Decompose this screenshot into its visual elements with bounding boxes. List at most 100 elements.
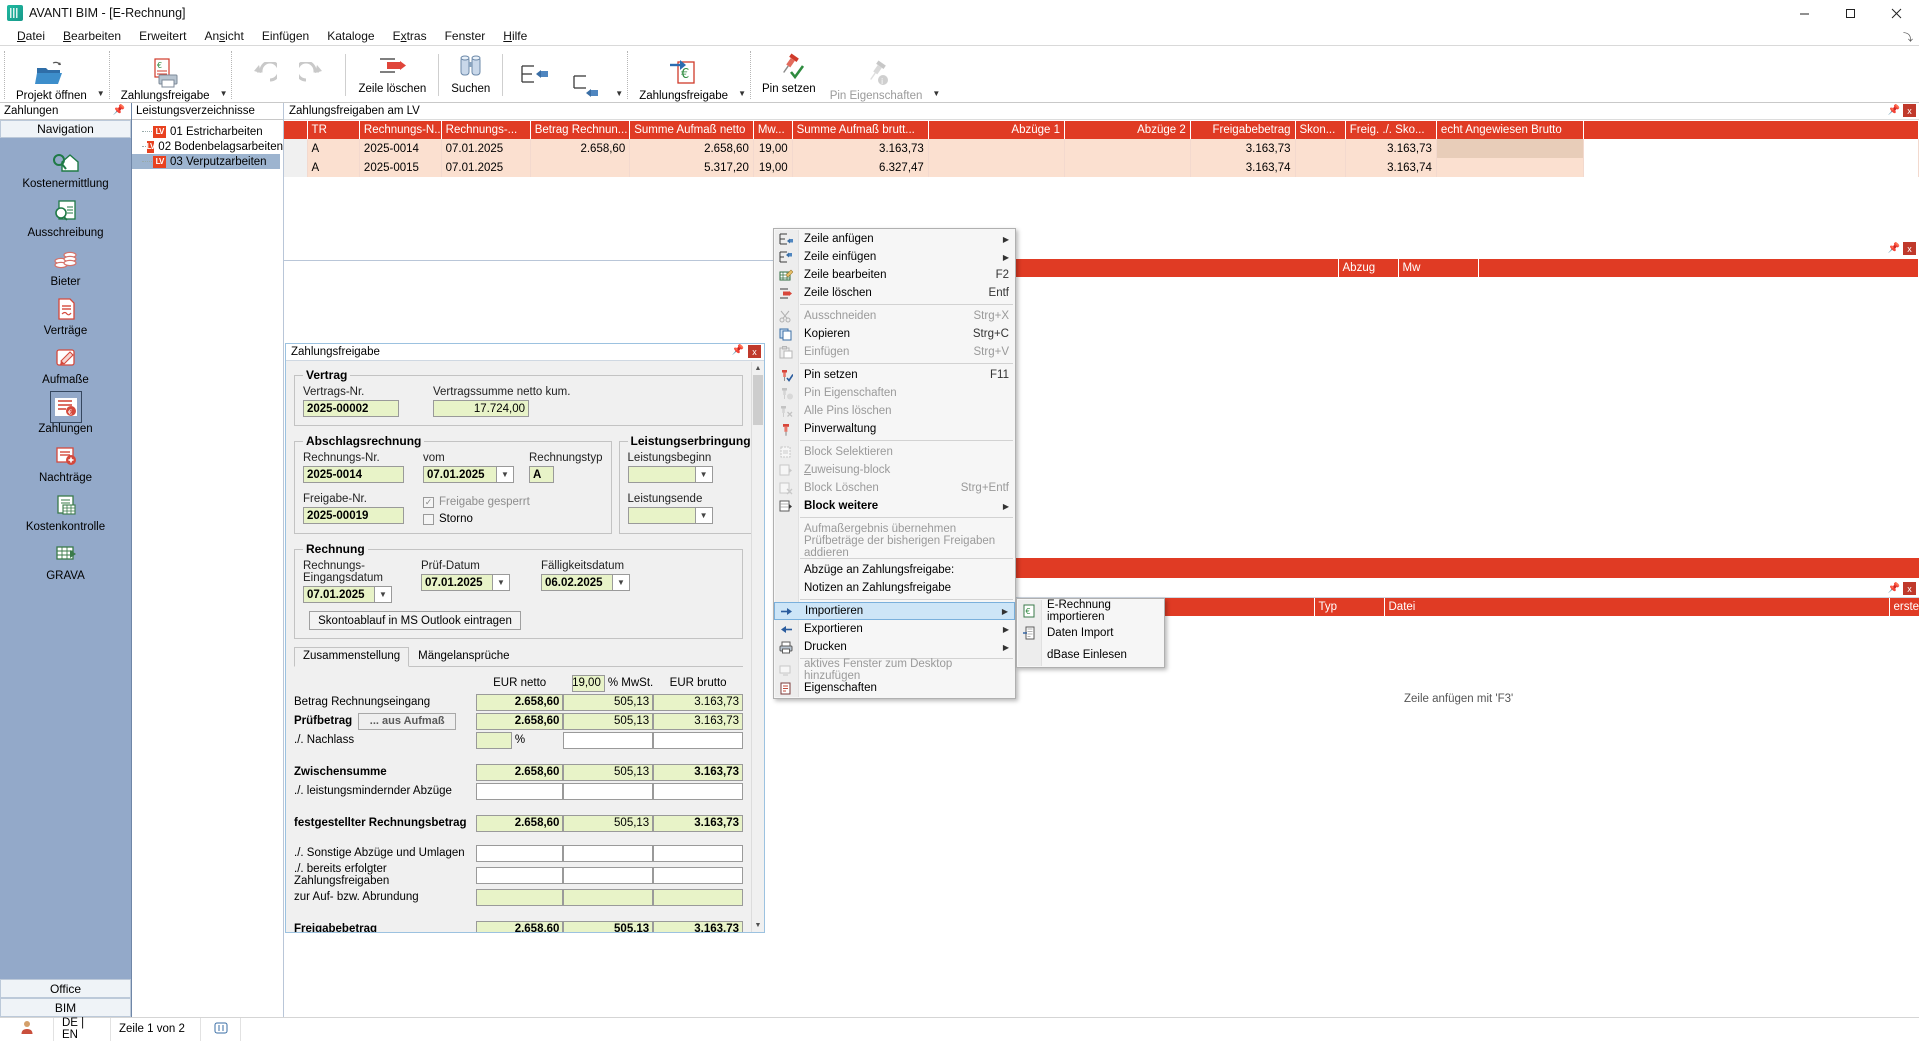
ctx-pinverwaltung[interactable]: Pinverwaltung — [774, 420, 1015, 438]
sidebar-item-ausschreibung[interactable]: Ausschreibung — [0, 196, 131, 239]
cell-rechnungs-datum[interactable]: 07.01.2025 — [441, 139, 530, 158]
cell-rowselector[interactable] — [284, 158, 307, 177]
sidebar-item-nachtraege[interactable]: Nachträge — [0, 441, 131, 484]
pin-icon[interactable]: 📌 — [732, 345, 744, 358]
ctx-drucken[interactable]: Drucken ▶ — [774, 638, 1015, 656]
field-vom[interactable]: 07.01.2025 — [423, 466, 497, 483]
status-language[interactable]: DE | EN — [54, 1018, 111, 1041]
ctx-zeile-einfuegen[interactable]: Zeile einfügen ▶ — [774, 248, 1015, 266]
field-vertragssumme[interactable]: 17.724,00 — [433, 400, 529, 417]
cell-netto[interactable]: 2.658,60 — [476, 815, 564, 832]
menu-erweitert[interactable]: Erweitert — [130, 27, 195, 45]
toolbar-projekt-oeffnen[interactable]: Projekt öffnen — [9, 55, 94, 102]
field-freigabe-nr[interactable]: 2025-00019 — [303, 507, 404, 524]
table-row[interactable]: A 2025-0015 07.01.2025 5.317,20 19,00 6.… — [284, 158, 1919, 177]
table-row[interactable]: A 2025-0014 07.01.2025 2.658,60 2.658,60… — [284, 139, 1919, 158]
field-vertrags-nr[interactable]: 2025-00002 — [303, 400, 399, 417]
cell-freigabebetrag[interactable]: 3.163,73 — [1190, 139, 1295, 158]
chevron-down-icon[interactable]: ▼ — [738, 89, 746, 98]
pin-icon[interactable]: 📌 — [1888, 243, 1900, 254]
cell-echt-angewiesen-brutto[interactable] — [1436, 139, 1583, 158]
col-summe-aufmass-brutto[interactable]: Summe Aufmaß brutt... — [792, 121, 928, 139]
skontoablauf-outlook-button[interactable]: Skontoablauf in MS Outlook eintragen — [309, 611, 521, 630]
tab-maengelansprueche[interactable]: Mängelansprüche — [409, 647, 518, 666]
pin-icon[interactable]: 📌 — [1888, 583, 1900, 594]
pin-icon[interactable]: 📌 — [1888, 105, 1900, 116]
cell-netto[interactable]: 2.658,60 — [476, 921, 564, 933]
close-icon[interactable]: x — [1903, 104, 1916, 117]
maximize-button[interactable] — [1827, 0, 1873, 26]
chevron-down-icon[interactable]: ▼ — [497, 466, 514, 483]
toolbar-pin-setzen[interactable]: Pin setzen — [755, 48, 823, 102]
field-mwst-percent[interactable]: 19,00 — [572, 675, 605, 692]
col-datei[interactable]: Datei — [1384, 598, 1889, 616]
menu-ansicht[interactable]: Ansicht — [195, 27, 252, 45]
cell-mwst[interactable] — [563, 845, 653, 862]
ctx-block-weitere[interactable]: Block weitere ▶ — [774, 497, 1015, 515]
col-freigabebetrag[interactable]: Freigabebetrag — [1190, 121, 1295, 139]
scroll-down-icon[interactable]: ▼ — [752, 919, 764, 932]
nav-footer-bim[interactable]: BIM — [0, 998, 131, 1017]
cell-abzuege-1[interactable] — [928, 158, 1064, 177]
col-summe-aufmass-netto[interactable]: Summe Aufmaß netto — [630, 121, 754, 139]
scroll-up-icon[interactable]: ▲ — [752, 362, 764, 375]
menu-extras[interactable]: Extras — [384, 27, 436, 45]
cell-brutto[interactable]: 3.163,73 — [653, 764, 743, 781]
toolbar-insert-row-before[interactable] — [560, 60, 612, 102]
cell-netto[interactable]: 2.658,60 — [476, 764, 564, 781]
close-icon[interactable]: x — [748, 345, 761, 358]
ctx-zeile-loeschen[interactable]: Zeile löschen Entf — [774, 284, 1015, 302]
submenu-dbase-einlesen[interactable]: dBase Einlesen — [1017, 644, 1164, 666]
cell-abzuege-2[interactable] — [1065, 158, 1191, 177]
cell-rechnungs-nr[interactable]: 2025-0014 — [359, 139, 441, 158]
aus-aufmass-button[interactable]: ... aus Aufmaß — [358, 713, 456, 730]
cell-rowselector[interactable] — [284, 139, 307, 158]
cell-mwst[interactable]: 505,13 — [563, 815, 653, 832]
pin-icon[interactable]: 📌 — [113, 105, 125, 116]
cell-skonto[interactable] — [1295, 158, 1345, 177]
menu-hilfe[interactable]: Hilfe — [494, 27, 536, 45]
checkbox-storno[interactable]: Storno — [423, 513, 530, 525]
cell-mwst[interactable]: 505,13 — [563, 694, 653, 711]
menu-datei[interactable]: DDateiatei — [8, 27, 54, 45]
menu-bearbeiten[interactable]: Bearbeiten — [54, 27, 130, 45]
chevron-down-icon[interactable]: ▼ — [613, 574, 630, 591]
list-item-selected[interactable]: LV 03 Verputzarbeiten — [132, 154, 280, 169]
col-rowselector[interactable] — [284, 121, 307, 139]
list-item[interactable]: LV 01 Estricharbeiten — [142, 124, 283, 139]
scrollbar-thumb[interactable] — [753, 375, 763, 425]
cell-brutto[interactable]: 3.163,73 — [653, 921, 743, 933]
col-abzug[interactable]: Abzug — [1338, 259, 1398, 277]
ctx-notizen-an-zahlungsfreigabe[interactable]: Notizen an Zahlungsfreigabe — [774, 579, 1015, 597]
cell-mwst[interactable]: 505,13 — [563, 713, 653, 730]
cell-abzuege-1[interactable] — [928, 139, 1064, 158]
sidebar-item-vertraege[interactable]: Verträge — [0, 294, 131, 337]
cell-freig-sko[interactable]: 3.163,73 — [1345, 139, 1436, 158]
cell-brutto[interactable]: 3.163,73 — [653, 713, 743, 730]
ctx-importieren[interactable]: Importieren ▶ — [774, 602, 1015, 620]
list-item[interactable]: LV 02 Bodenbelagsarbeiten — [142, 139, 283, 154]
cell-netto[interactable] — [476, 867, 564, 884]
chevron-down-icon[interactable]: ▼ — [375, 586, 392, 603]
cell-mwst[interactable] — [563, 867, 653, 884]
cell-betrag-rechnung[interactable] — [530, 158, 630, 177]
cell-freig-sko[interactable]: 3.163,74 — [1345, 158, 1436, 177]
field-leistungsende[interactable] — [628, 507, 696, 524]
col-freig-sko[interactable]: Freig. ./. Sko... — [1345, 121, 1436, 139]
cell-tr[interactable]: A — [307, 158, 359, 177]
cell-netto[interactable] — [476, 889, 564, 906]
col-abzuege-1[interactable]: Abzüge 1 — [928, 121, 1064, 139]
sidebar-item-bieter[interactable]: Bieter — [0, 245, 131, 288]
cell-tr[interactable]: A — [307, 139, 359, 158]
col-tr[interactable]: TR — [307, 121, 359, 139]
field-nachlass-percent[interactable] — [476, 732, 512, 749]
cell-netto[interactable]: 2.658,60 — [476, 713, 564, 730]
col-rechnungs-datum[interactable]: Rechnungs-... — [441, 121, 530, 139]
minimize-button[interactable] — [1781, 0, 1827, 26]
ctx-kopieren[interactable]: Kopieren Strg+C — [774, 325, 1015, 343]
col-rechnungs-nr[interactable]: Rechnungs-N... — [359, 121, 441, 139]
toolbar-insert-row-after[interactable] — [508, 48, 560, 102]
col-abzuege-2[interactable]: Abzüge 2 — [1065, 121, 1191, 139]
cell-summe-aufmass-brutto[interactable]: 3.163,73 — [792, 139, 928, 158]
field-rechnungs-eingangsdatum[interactable]: 07.01.2025 — [303, 586, 375, 603]
